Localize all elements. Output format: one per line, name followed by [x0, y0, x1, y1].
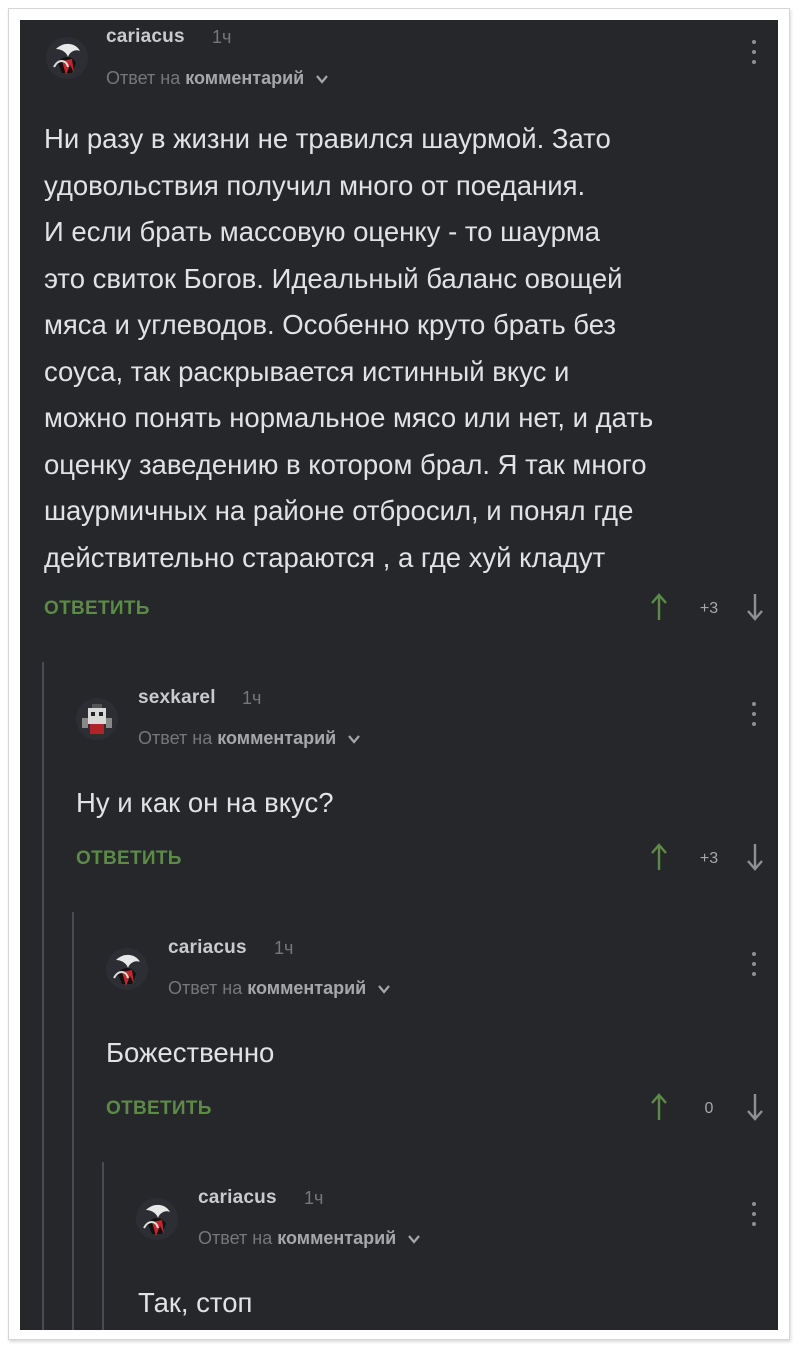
reply-to-link[interactable]: Ответ на комментарий [198, 1228, 421, 1249]
comments-screen: cariacus 1ч Ответ на комментарий Ни разу… [20, 20, 778, 1330]
comment-time: 1ч [274, 938, 294, 958]
comment-text: Ну и как он на вкус? [76, 787, 334, 818]
comment-time: 1ч [212, 27, 232, 47]
reply-to-prefix: Ответ на [138, 728, 213, 748]
more-vertical-icon[interactable] [750, 702, 758, 732]
arrow-down-icon[interactable] [746, 592, 764, 622]
arrow-up-icon[interactable] [650, 1092, 668, 1122]
avatar-icon [106, 948, 148, 990]
avatar[interactable] [46, 37, 88, 79]
chevron-down-icon [348, 735, 361, 744]
reply-to-link[interactable]: Ответ на комментарий [168, 978, 391, 999]
chevron-down-icon [316, 75, 329, 84]
reply-to-prefix: Ответ на [198, 1228, 273, 1248]
chevron-down-icon [378, 985, 391, 994]
avatar[interactable] [76, 698, 118, 740]
avatar-icon [46, 37, 88, 79]
reply-button[interactable]: ОТВЕТИТЬ [44, 598, 150, 620]
avatar-icon [136, 1198, 178, 1240]
avatar-icon [76, 698, 118, 740]
reply-to-target: комментарий [217, 728, 337, 748]
reply-button[interactable]: ОТВЕТИТЬ [76, 848, 182, 870]
score: +3 [699, 850, 719, 867]
comment-time: 1ч [304, 1188, 324, 1208]
comment-text: Так, стоп [138, 1287, 253, 1318]
reply-to-link[interactable]: Ответ на комментарий [106, 68, 329, 89]
comment-author[interactable]: sexkarel [138, 687, 216, 709]
arrow-up-icon[interactable] [650, 592, 668, 622]
reply-button[interactable]: ОТВЕТИТЬ [106, 1098, 212, 1120]
chevron-down-icon [408, 1235, 421, 1244]
avatar[interactable] [106, 948, 148, 990]
score: 0 [704, 1100, 714, 1117]
comment-time: 1ч [242, 688, 262, 708]
reply-to-target: комментарий [277, 1228, 397, 1248]
comment-text: Ни разу в жизни не травился шаурмой. Зат… [44, 123, 654, 573]
more-vertical-icon[interactable] [750, 1202, 758, 1232]
more-vertical-icon[interactable] [750, 952, 758, 982]
comment-text: Божественно [106, 1037, 275, 1068]
arrow-down-icon[interactable] [746, 1092, 764, 1122]
thread-line-level-3[interactable] [102, 1162, 104, 1330]
comment-author[interactable]: cariacus [198, 1187, 277, 1209]
comment-author[interactable]: cariacus [106, 26, 185, 48]
comment-author[interactable]: cariacus [168, 937, 247, 959]
reply-to-prefix: Ответ на [168, 978, 243, 998]
thread-line-level-2[interactable] [72, 912, 74, 1330]
reply-to-target: комментарий [185, 68, 305, 88]
thread-line-level-1[interactable] [42, 662, 44, 1330]
more-vertical-icon[interactable] [750, 40, 758, 70]
arrow-down-icon[interactable] [746, 842, 764, 872]
reply-to-link[interactable]: Ответ на комментарий [138, 728, 361, 749]
avatar[interactable] [136, 1198, 178, 1240]
arrow-up-icon[interactable] [650, 842, 668, 872]
reply-to-prefix: Ответ на [106, 68, 181, 88]
score: +3 [699, 600, 719, 617]
reply-to-target: комментарий [247, 978, 367, 998]
